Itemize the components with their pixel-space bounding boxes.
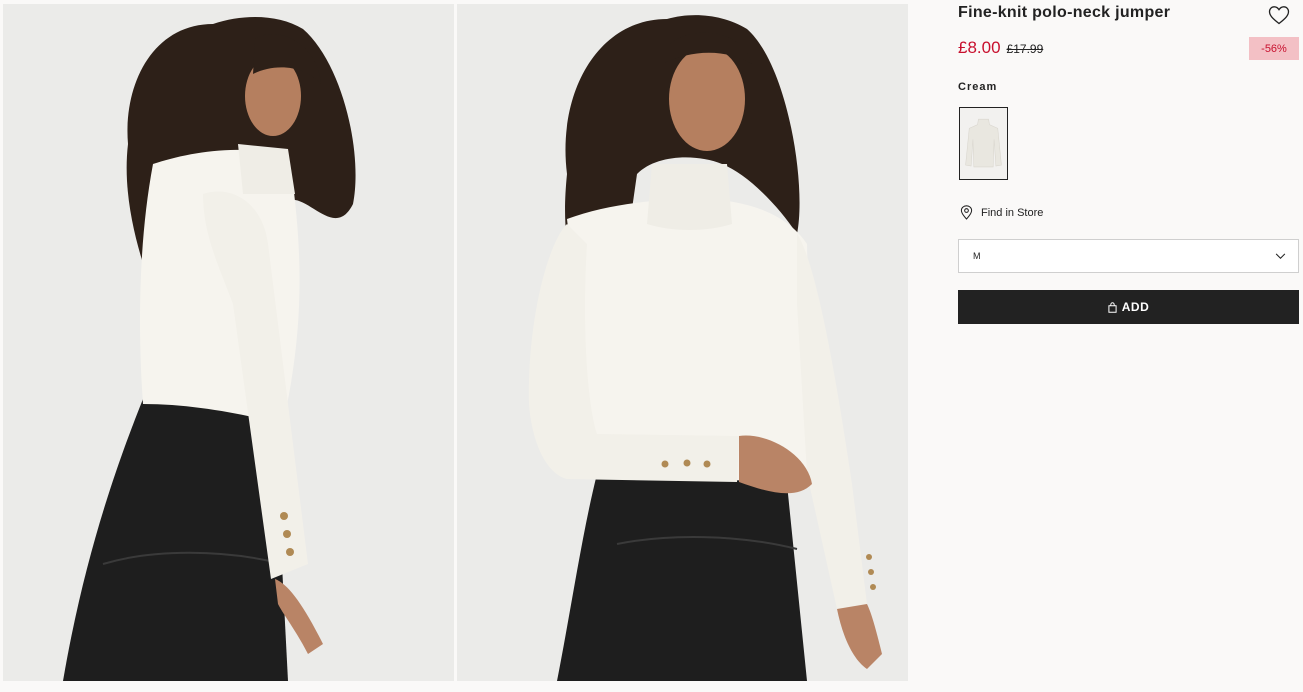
shopping-bag-icon bbox=[1108, 301, 1117, 313]
favorite-button[interactable] bbox=[1267, 3, 1291, 27]
price-row: £8.00 £17.99 bbox=[958, 38, 1043, 58]
discount-badge: -56% bbox=[1249, 37, 1299, 60]
add-to-bag-button[interactable]: ADD bbox=[958, 290, 1299, 324]
find-in-store-link[interactable]: Find in Store bbox=[960, 205, 1043, 220]
model-photo-side bbox=[3, 4, 454, 681]
product-image-side[interactable] bbox=[3, 4, 454, 681]
size-selected-value: M bbox=[973, 251, 981, 261]
original-price: £17.99 bbox=[1006, 42, 1044, 56]
find-in-store-label: Find in Store bbox=[981, 206, 1044, 219]
swatch-thumbnail bbox=[961, 109, 1006, 178]
add-button-label: ADD bbox=[1121, 300, 1150, 314]
color-swatch-cream[interactable] bbox=[959, 107, 1008, 180]
model-photo-front bbox=[457, 4, 908, 681]
size-dropdown[interactable]: M bbox=[958, 239, 1299, 273]
product-title: Fine-knit polo-neck jumper bbox=[958, 4, 1171, 21]
heart-icon bbox=[1268, 6, 1290, 25]
chevron-down-icon bbox=[1275, 253, 1286, 259]
color-label: Cream bbox=[958, 81, 998, 93]
product-details-panel: Fine-knit polo-neck jumper £8.00 £17.99 … bbox=[958, 0, 1299, 692]
product-page: Fine-knit polo-neck jumper £8.00 £17.99 … bbox=[0, 0, 1303, 692]
location-pin-icon bbox=[960, 205, 973, 220]
product-image-front[interactable] bbox=[457, 4, 908, 681]
sale-price: £8.00 bbox=[958, 38, 1001, 57]
